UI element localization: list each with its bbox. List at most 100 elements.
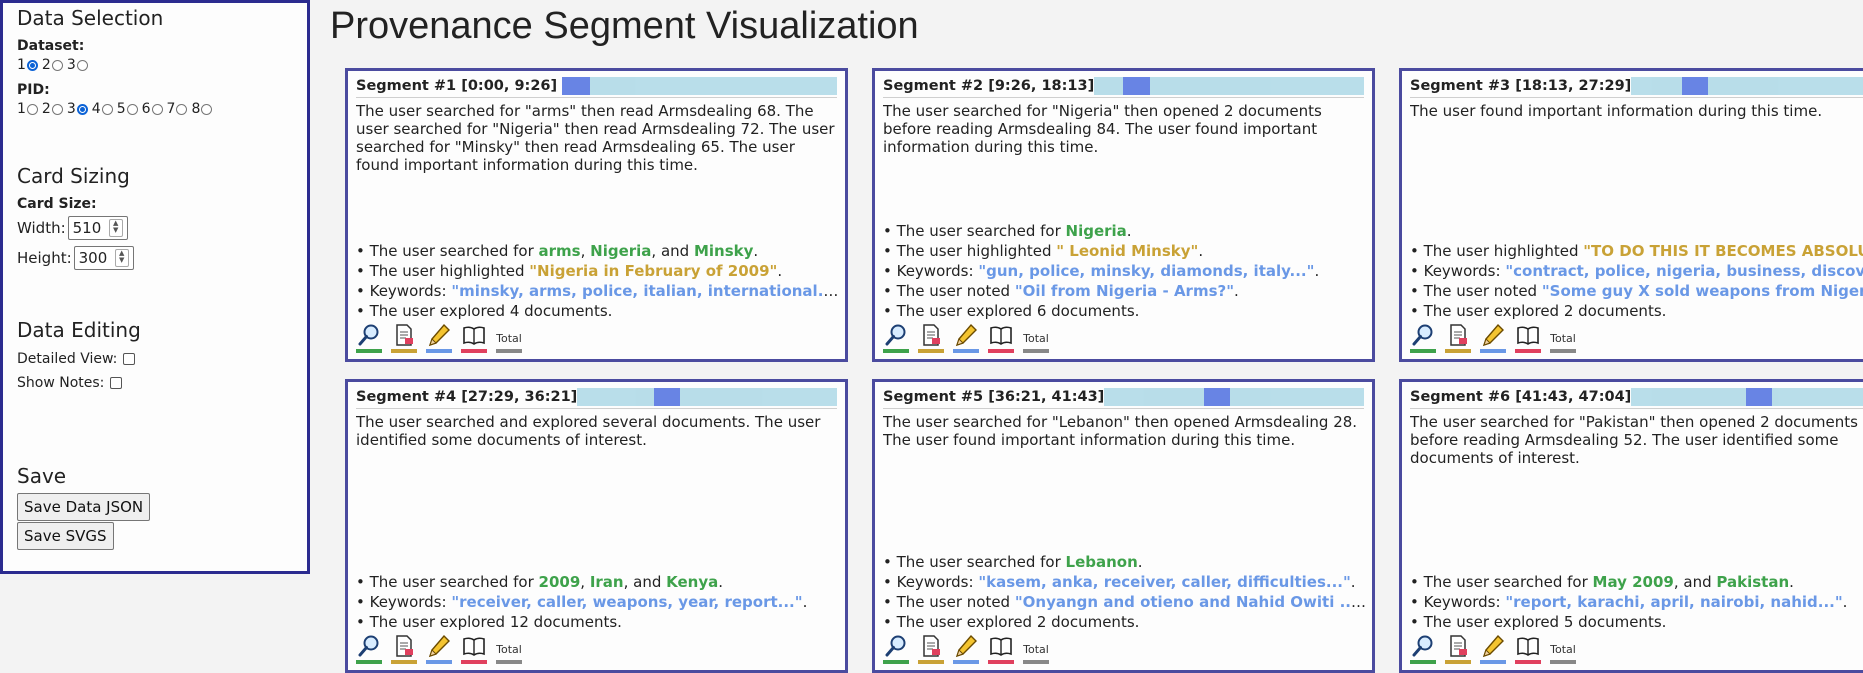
height-spinner-icon[interactable]: ▲ ▼ bbox=[114, 249, 129, 267]
height-input[interactable]: 300 ▲ ▼ bbox=[73, 246, 134, 270]
total-indicator: Total bbox=[1550, 643, 1576, 664]
segment-timeline[interactable] bbox=[1631, 388, 1863, 406]
data-selection-section: Data Selection Dataset: 123 PID: 1234567… bbox=[17, 5, 293, 119]
save-svgs-button[interactable]: Save SVGS bbox=[17, 522, 114, 550]
bullet-keywords: • Keywords: "kasem, anka, receiver, call… bbox=[883, 573, 1356, 591]
segment-card: Segment #1 [0:00, 9:26] The user searche… bbox=[345, 68, 848, 362]
pid-option-8[interactable]: 8 bbox=[191, 99, 215, 119]
dataset-label: Dataset: bbox=[17, 38, 85, 54]
show-notes-checkbox[interactable] bbox=[110, 377, 123, 389]
segment-summary: The user searched for "Pakistan" then op… bbox=[1410, 413, 1858, 467]
bullet-noted: • The user noted "Onyangn and otieno and… bbox=[883, 593, 1368, 611]
dataset-radio[interactable] bbox=[26, 59, 38, 71]
bullet-prefix: • The user searched for bbox=[1410, 573, 1593, 591]
bullet-searched: • The user searched for arms, Nigeria, a… bbox=[356, 242, 759, 260]
pid-option-3[interactable]: 3 bbox=[67, 99, 91, 119]
search-term: Iran bbox=[589, 573, 624, 591]
pid-radio[interactable] bbox=[176, 103, 188, 115]
pid-option-label: 8 bbox=[191, 101, 201, 117]
pid-option-6[interactable]: 6 bbox=[142, 99, 166, 119]
open-book-note-icon bbox=[461, 323, 487, 353]
total-label: Total bbox=[496, 643, 522, 656]
timeline-segment-marker[interactable] bbox=[1204, 388, 1231, 406]
card-header: Segment #6 [41:43, 47:04] bbox=[1410, 386, 1863, 409]
width-spinner-icon[interactable]: ▲ ▼ bbox=[108, 219, 123, 237]
activity-icons: Total bbox=[883, 323, 1049, 353]
segment-summary: The user searched and explored several d… bbox=[356, 413, 821, 449]
segment-timeline[interactable] bbox=[577, 388, 837, 406]
segment-bullets: • The user searched for Nigeria. • The us… bbox=[883, 221, 1368, 321]
segment-title: Segment #2 [9:26, 18:13] bbox=[883, 78, 1095, 94]
pid-radio[interactable] bbox=[26, 103, 38, 115]
dataset-option-2[interactable]: 2 bbox=[42, 55, 66, 75]
bullet-prefix: • The user searched for bbox=[356, 573, 539, 591]
magnifier-search-icon bbox=[883, 634, 909, 664]
timeline-segment-marker[interactable] bbox=[1122, 77, 1150, 95]
note-count-bar bbox=[461, 349, 487, 353]
bullet-searched: • The user searched for May 2009, and Pa… bbox=[1410, 573, 1794, 591]
open-book-note-icon bbox=[1515, 323, 1541, 353]
save-section: Save Save Data JSON Save SVGS bbox=[17, 463, 293, 550]
dataset-radio[interactable] bbox=[76, 59, 88, 71]
width-input[interactable]: 510 ▲ ▼ bbox=[67, 216, 128, 240]
pid-radio[interactable] bbox=[151, 103, 163, 115]
total-label: Total bbox=[1023, 332, 1049, 345]
pencil-highlight-icon bbox=[426, 634, 452, 664]
pid-radio[interactable] bbox=[126, 103, 138, 115]
bullet-prefix: • The user searched for bbox=[883, 222, 1066, 240]
highlight-count-bar bbox=[953, 660, 979, 664]
highlight-count-bar bbox=[426, 660, 452, 664]
segment-bullets: • The user searched for Lebanon. • Keywor… bbox=[883, 552, 1368, 632]
pid-radio[interactable] bbox=[201, 103, 213, 115]
segment-card: Segment #2 [9:26, 18:13] The user search… bbox=[872, 68, 1375, 362]
pid-option-label: 6 bbox=[141, 101, 151, 117]
bullet-highlighted: • The user highlighted "TO DO THIS IT BE… bbox=[1410, 241, 1863, 261]
pencil-highlight-icon bbox=[1480, 323, 1506, 353]
save-data-json-button[interactable]: Save Data JSON bbox=[17, 493, 151, 521]
doc-count-bar bbox=[1445, 349, 1471, 353]
pid-option-5[interactable]: 5 bbox=[117, 99, 141, 119]
pid-option-7[interactable]: 7 bbox=[167, 99, 191, 119]
note-text: "Some guy X sold weapons from Nigeri..." bbox=[1541, 282, 1863, 300]
bullet-noted: • The user noted "Some guy X sold weapon… bbox=[1410, 281, 1863, 301]
pid-radio[interactable] bbox=[101, 103, 113, 115]
activity-icons: Total bbox=[1410, 634, 1576, 664]
segment-timeline[interactable] bbox=[1104, 388, 1364, 406]
timeline-segment-marker[interactable] bbox=[562, 77, 590, 95]
width-value: 510 bbox=[72, 219, 102, 237]
data-editing-section: Data Editing Detailed View: Show Notes: bbox=[17, 317, 293, 395]
note-text: "Onyangn and otieno and Nahid Owiti ..." bbox=[1014, 593, 1365, 611]
pid-option-2[interactable]: 2 bbox=[42, 99, 66, 119]
segment-timeline[interactable] bbox=[1631, 77, 1863, 95]
card-sizing-title: Card Sizing bbox=[17, 164, 130, 188]
data-selection-title: Data Selection bbox=[17, 6, 164, 30]
pid-option-4[interactable]: 4 bbox=[92, 99, 116, 119]
pid-option-label: 5 bbox=[116, 101, 126, 117]
total-count-bar bbox=[496, 660, 522, 664]
pid-option-label: 7 bbox=[166, 101, 176, 117]
segment-timeline[interactable] bbox=[1094, 77, 1364, 95]
card-header: Segment #5 [36:21, 41:43] bbox=[883, 386, 1364, 409]
pid-option-label: 1 bbox=[17, 101, 26, 117]
timeline-segment-marker[interactable] bbox=[1681, 77, 1708, 95]
pid-radio[interactable] bbox=[51, 103, 63, 115]
detailed-view-checkbox[interactable] bbox=[123, 353, 136, 365]
magnifier-search-icon bbox=[1410, 634, 1436, 664]
total-count-bar bbox=[496, 349, 522, 353]
bullet-keywords: • Keywords: "gun, police, minsky, diamon… bbox=[883, 262, 1320, 280]
pid-option-label: 3 bbox=[66, 101, 76, 117]
timeline-segment-marker[interactable] bbox=[1745, 388, 1772, 406]
pid-radio[interactable] bbox=[76, 103, 88, 115]
pid-option-1[interactable]: 1 bbox=[17, 99, 41, 119]
total-label: Total bbox=[1023, 643, 1049, 656]
card-header: Segment #3 [18:13, 27:29] bbox=[1410, 75, 1863, 98]
dataset-option-3[interactable]: 3 bbox=[67, 55, 91, 75]
search-term: Pakistan bbox=[1716, 573, 1790, 591]
dataset-option-1[interactable]: 1 bbox=[17, 55, 41, 75]
segment-timeline[interactable] bbox=[562, 77, 837, 95]
bullet-keywords: • Keywords: "report, karachi, april, nai… bbox=[1410, 593, 1848, 611]
save-title: Save bbox=[17, 464, 67, 488]
note-count-bar bbox=[1515, 660, 1541, 664]
dataset-radio[interactable] bbox=[51, 59, 63, 71]
timeline-segment-marker[interactable] bbox=[653, 388, 680, 406]
